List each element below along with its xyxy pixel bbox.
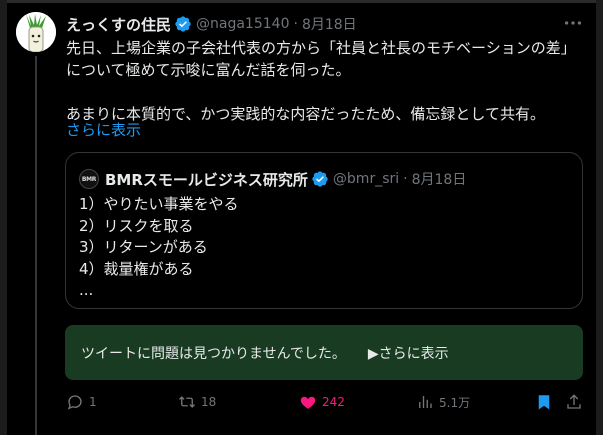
quote-body: 1）やりたい事業をやる 2）リスクを取る 3）リターンがある 4）裁量権がある …: [79, 194, 239, 302]
thread-line: [35, 56, 37, 435]
notice-show-more-link[interactable]: ▶さらに表示: [368, 343, 449, 363]
avatar[interactable]: [16, 12, 56, 52]
tweet-text-line: [66, 81, 586, 103]
views-button[interactable]: 5.1万: [416, 391, 470, 413]
avatar-leek-icon: [16, 12, 56, 52]
tweet-text-line: について極めて示唆に富んだ話を伺った。: [66, 61, 351, 79]
quote-date[interactable]: 8月18日: [412, 169, 467, 189]
tweet-text: 先日、上場企業の子会社代表の方から「社員と社長のモチベーションの差」 について極…: [66, 37, 586, 125]
separator-dot: ·: [293, 16, 298, 32]
views-icon: [419, 396, 432, 408]
separator-dot: ·: [403, 171, 408, 187]
quoted-tweet[interactable]: BMR BMRスモールビジネス研究所 @bmr_sri · 8月18日 1）やり…: [65, 152, 583, 309]
more-button[interactable]: [562, 12, 584, 34]
retweet-count: 18: [201, 395, 217, 409]
tweet-header: えっくすの住民 @naga15140 · 8月18日: [66, 13, 357, 35]
share-icon: [567, 394, 581, 409]
reply-count: 1: [89, 395, 97, 409]
verified-badge-icon: [175, 16, 191, 32]
quote-display-name[interactable]: BMRスモールビジネス研究所: [105, 169, 308, 190]
reply-button[interactable]: 1: [66, 391, 97, 413]
more-icon: [564, 21, 582, 25]
like-icon: [300, 396, 316, 409]
notice-text: ツイートに問題は見つかりませんでした。: [81, 345, 346, 362]
post-date[interactable]: 8月18日: [302, 14, 357, 34]
quote-header: BMRスモールビジネス研究所 @bmr_sri · 8月18日: [105, 168, 466, 190]
like-count: 242: [322, 395, 345, 409]
bookmark-button[interactable]: [533, 391, 555, 413]
quote-handle[interactable]: @bmr_sri: [333, 171, 399, 187]
retweet-icon: [179, 396, 195, 408]
verified-badge-icon: [312, 171, 328, 187]
views-count: 5.1万: [439, 395, 471, 410]
tweet-text-line: あまりに本質的で、かつ実践的な内容だったため、備忘録として共有。: [66, 105, 545, 123]
community-note-notice: ツイートに問題は見つかりませんでした。 ▶さらに表示: [65, 325, 583, 380]
bookmark-icon: [538, 395, 550, 410]
display-name[interactable]: えっくすの住民: [66, 14, 171, 35]
show-more-link[interactable]: さらに表示: [66, 120, 141, 140]
action-bar: 1 18 242 5.1万: [60, 391, 590, 413]
retweet-button[interactable]: 18: [178, 391, 216, 413]
reply-icon: [67, 395, 82, 410]
quote-line: 4）裁量権がある: [79, 259, 194, 278]
tweet-text-line: 先日、上場企業の子会社代表の方から「社員と社長のモチベーションの差」: [66, 39, 576, 57]
handle[interactable]: @naga15140: [196, 16, 289, 32]
quote-line: 1）やりたい事業をやる: [79, 195, 239, 213]
window-right-border: [596, 0, 603, 435]
share-button[interactable]: [563, 391, 585, 413]
quote-line: 3）リターンがある: [79, 238, 208, 256]
window-top-border: [0, 0, 603, 3]
quote-avatar[interactable]: BMR: [79, 169, 99, 189]
window-left-border: [0, 0, 7, 435]
quote-line: 2）リスクを取る: [79, 216, 194, 235]
quote-line: ...: [79, 281, 94, 299]
like-button[interactable]: 242: [299, 391, 345, 413]
